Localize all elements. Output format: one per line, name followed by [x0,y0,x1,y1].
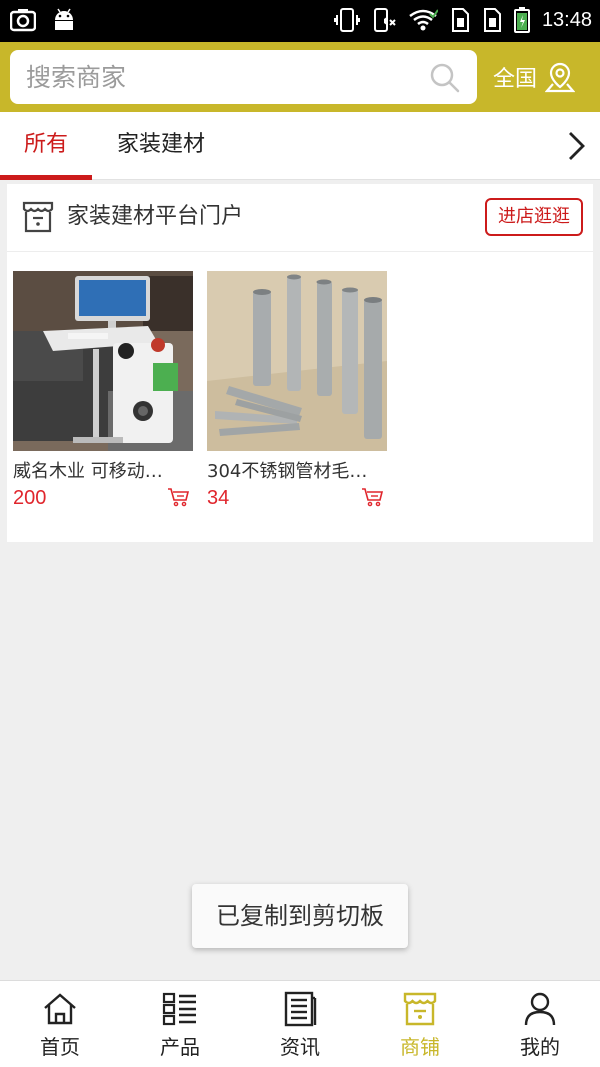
android-icon [55,8,73,30]
cart-icon[interactable] [167,487,191,507]
store-icon [403,992,437,1026]
sim2-icon [483,8,501,32]
shop-card: 家装建材平台门户 进店逛逛 威名木业 可移动… 200 304不锈钢管材毛… 3… [7,184,593,542]
nav-me-label: 我的 [520,1035,560,1059]
status-time: 13:48 [541,8,592,31]
store-icon [22,201,54,233]
product-card[interactable]: 威名木业 可移动… 200 [13,271,195,510]
nav-news[interactable]: 资讯 [240,981,360,1067]
nav-home[interactable]: 首页 [0,981,120,1067]
chevron-right-icon[interactable] [564,130,588,162]
tab-home-building-materials[interactable]: 家装建材 [102,112,220,180]
nav-products-label: 产品 [160,1035,200,1059]
screenshot-icon [10,9,36,32]
location-pin-icon [545,62,576,93]
product-name: 威名木业 可移动… [13,461,163,482]
sim1-icon [451,8,469,32]
shop-header[interactable]: 家装建材平台门户 进店逛逛 [7,184,593,252]
region-label: 全国 [493,67,538,92]
enter-shop-button[interactable]: 进店逛逛 [485,198,583,236]
toast-message: 已复制到剪切板 [192,884,408,948]
product-name: 304不锈钢管材毛… [207,461,368,482]
nav-home-label: 首页 [40,1035,80,1059]
search-box[interactable] [10,50,477,104]
cart-icon[interactable] [361,487,385,507]
tab-all[interactable]: 所有 [0,112,92,180]
vibrate-icon [333,8,360,32]
home-icon [44,993,76,1025]
nav-products[interactable]: 产品 [120,981,240,1067]
battery-icon [513,7,530,33]
wifi-icon [409,9,438,31]
mute-icon [373,8,396,32]
bottom-nav: 首页 产品 资讯 商铺 我的 [0,980,600,1067]
news-icon [284,991,317,1027]
nav-me[interactable]: 我的 [480,981,600,1067]
active-tab-indicator [0,175,92,180]
app-header: 全国 [0,42,600,112]
grid-list-icon [162,992,196,1026]
product-image-desk[interactable] [13,271,193,451]
status-bar: 13:48 [0,0,600,42]
shop-name: 家装建材平台门户 [67,204,244,229]
search-icon[interactable] [429,62,461,94]
nav-news-label: 资讯 [280,1035,320,1059]
region-selector[interactable]: 全国 [493,42,576,112]
user-icon [524,992,556,1026]
nav-stores[interactable]: 商铺 [360,981,480,1067]
nav-stores-label: 商铺 [400,1035,440,1059]
product-image-steel-pipes[interactable] [207,271,387,451]
search-input[interactable] [26,50,416,104]
category-tabs: 所有 家装建材 [0,112,600,180]
product-card[interactable]: 304不锈钢管材毛… 34 [207,271,389,510]
